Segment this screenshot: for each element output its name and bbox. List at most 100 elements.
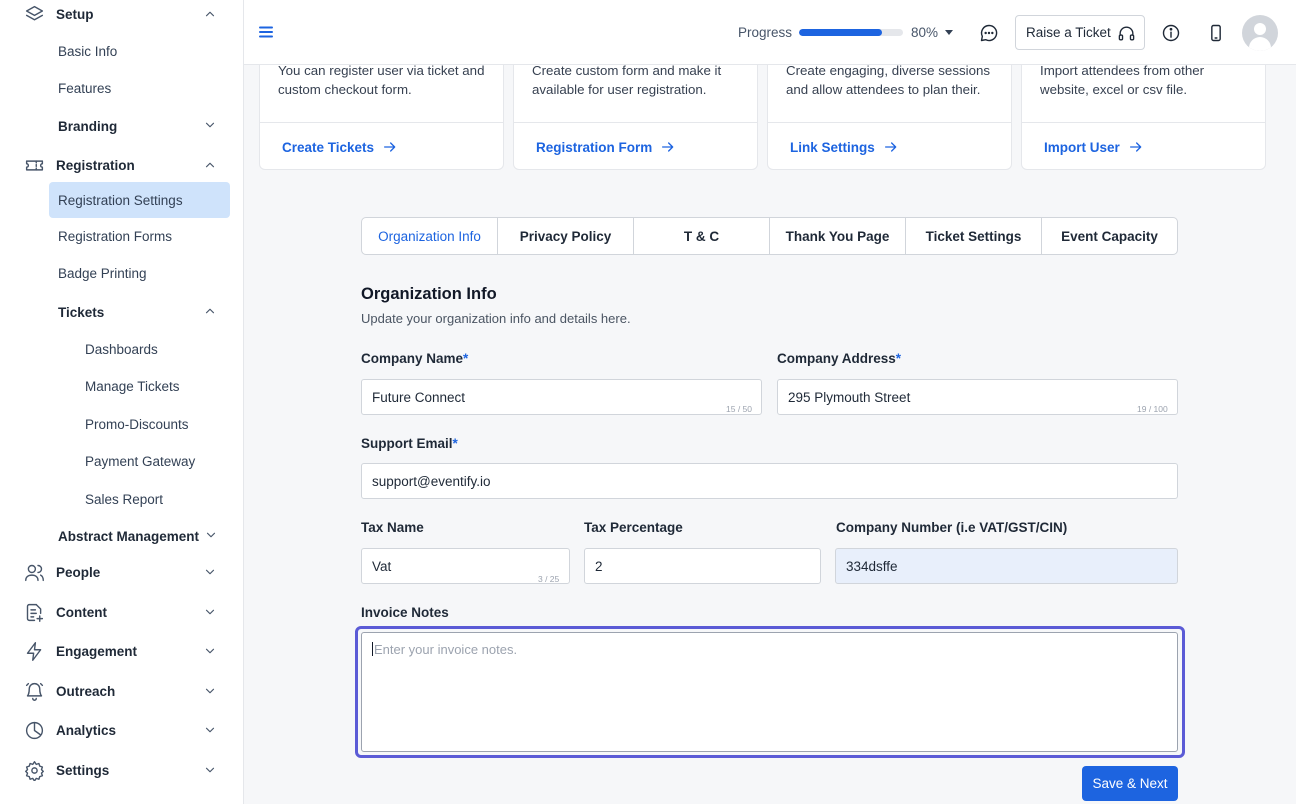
card-description: Import attendees from other website, exc… bbox=[1040, 63, 1205, 97]
info-icon[interactable] bbox=[1160, 22, 1182, 44]
sidebar-item-abstract-management[interactable]: Abstract Management bbox=[58, 529, 199, 544]
sidebar-item-engagement[interactable]: Engagement bbox=[0, 634, 244, 668]
sidebar-item-features[interactable]: Features bbox=[58, 81, 111, 96]
card-create-tickets: You can register user via ticket and cus… bbox=[259, 56, 504, 170]
progress-dropdown-caret-icon[interactable] bbox=[945, 30, 953, 35]
chevron-up-icon[interactable] bbox=[201, 302, 219, 320]
sidebar-item-basic-info[interactable]: Basic Info bbox=[58, 44, 117, 59]
raise-ticket-button[interactable]: Raise a Ticket bbox=[1015, 15, 1145, 50]
sidebar-item-label: Registration bbox=[56, 157, 135, 173]
sidebar-item-branding[interactable]: Branding bbox=[58, 119, 117, 134]
required-mark: * bbox=[463, 351, 469, 366]
link-label: Link Settings bbox=[790, 139, 875, 155]
card-import-user: Import attendees from other website, exc… bbox=[1021, 56, 1266, 170]
chevron-down-icon[interactable] bbox=[202, 526, 220, 544]
arrow-right-icon bbox=[1129, 142, 1142, 152]
chevron-down-icon[interactable] bbox=[201, 761, 219, 779]
company-number-input[interactable]: 334dsffe bbox=[835, 548, 1178, 584]
sidebar-item-settings[interactable]: Settings bbox=[0, 753, 244, 787]
card-description: You can register user via ticket and cus… bbox=[278, 63, 485, 97]
section-subtitle: Update your organization info and detail… bbox=[361, 311, 631, 326]
tax-name-label: Tax Name bbox=[361, 520, 424, 535]
progress-label: Progress bbox=[738, 25, 793, 40]
users-icon bbox=[22, 560, 46, 584]
sidebar-item-label: Setup bbox=[56, 6, 94, 22]
company-name-counter: 15 / 50 bbox=[726, 404, 752, 414]
gear-icon bbox=[22, 758, 46, 782]
mobile-device-icon[interactable] bbox=[1205, 22, 1227, 44]
chevron-down-icon[interactable] bbox=[201, 721, 219, 739]
sidebar-item-promo-discounts[interactable]: Promo-Discounts bbox=[85, 417, 189, 432]
invoice-notes-label: Invoice Notes bbox=[361, 605, 449, 620]
required-mark: * bbox=[452, 436, 458, 451]
label-text: Support Email bbox=[361, 436, 453, 451]
save-next-button[interactable]: Save & Next bbox=[1082, 766, 1178, 801]
chat-icon[interactable] bbox=[978, 22, 1000, 44]
tab-thank-you-page[interactable]: Thank You Page bbox=[770, 218, 906, 254]
avatar[interactable] bbox=[1242, 15, 1278, 51]
tab-event-capacity[interactable]: Event Capacity bbox=[1042, 218, 1177, 254]
settings-tabs: Organization Info Privacy Policy T & C T… bbox=[361, 217, 1178, 255]
label-text: Company Name bbox=[361, 351, 464, 366]
sidebar-item-badge-printing[interactable]: Badge Printing bbox=[58, 266, 147, 281]
create-tickets-link[interactable]: Create Tickets bbox=[282, 139, 398, 155]
sidebar-item-label: Settings bbox=[56, 762, 110, 778]
sidebar-item-payment-gateway[interactable]: Payment Gateway bbox=[85, 454, 195, 469]
sidebar-item-sales-report[interactable]: Sales Report bbox=[85, 492, 163, 507]
import-user-link[interactable]: Import User bbox=[1044, 139, 1144, 155]
sidebar-item-setup[interactable]: Setup bbox=[0, 0, 244, 31]
sidebar-item-registration-forms[interactable]: Registration Forms bbox=[58, 229, 172, 244]
card-divider bbox=[768, 122, 1011, 123]
sidebar-item-registration-settings[interactable]: Registration Settings bbox=[58, 193, 183, 208]
layers-icon bbox=[22, 2, 46, 26]
registration-form-link[interactable]: Registration Form bbox=[536, 139, 676, 155]
chevron-down-icon[interactable] bbox=[201, 603, 219, 621]
company-name-input[interactable]: Future Connect bbox=[361, 379, 762, 415]
chevron-up-icon[interactable] bbox=[201, 5, 219, 23]
sidebar-item-label: People bbox=[56, 564, 101, 580]
card-registration-form: Create custom form and make it available… bbox=[513, 56, 758, 170]
tax-percentage-input[interactable]: 2 bbox=[584, 548, 821, 584]
tab-ticket-settings[interactable]: Ticket Settings bbox=[906, 218, 1042, 254]
tax-name-counter: 3 / 25 bbox=[538, 574, 560, 584]
invoice-notes-placeholder: Enter your invoice notes. bbox=[374, 642, 518, 657]
link-settings-link[interactable]: Link Settings bbox=[790, 139, 899, 155]
sidebar-item-registration[interactable]: Registration bbox=[0, 148, 244, 182]
card-divider bbox=[260, 122, 503, 123]
tab-organization-info[interactable]: Organization Info bbox=[362, 218, 498, 254]
sidebar-item-analytics[interactable]: Analytics bbox=[0, 713, 244, 747]
sidebar-item-outreach[interactable]: Outreach bbox=[0, 674, 244, 708]
company-address-label: Company Address* bbox=[777, 351, 901, 366]
company-address-counter: 19 / 100 bbox=[1137, 404, 1168, 414]
chevron-down-icon[interactable] bbox=[201, 642, 219, 660]
chevron-down-icon[interactable] bbox=[201, 682, 219, 700]
sidebar-item-label: Content bbox=[56, 604, 107, 620]
chevron-up-icon[interactable] bbox=[201, 156, 219, 174]
text-caret bbox=[372, 642, 373, 656]
label-text: Company Address bbox=[777, 351, 896, 366]
sidebar-item-manage-tickets[interactable]: Manage Tickets bbox=[85, 379, 180, 394]
progress-bar bbox=[799, 29, 903, 36]
link-label: Registration Form bbox=[536, 139, 653, 155]
invoice-notes-textarea[interactable]: Enter your invoice notes. bbox=[361, 632, 1178, 752]
support-email-input[interactable]: support@eventify.io bbox=[361, 463, 1178, 499]
sidebar-item-dashboards[interactable]: Dashboards bbox=[85, 342, 158, 357]
section-title: Organization Info bbox=[361, 285, 497, 303]
chevron-down-icon[interactable] bbox=[201, 116, 219, 134]
arrow-right-icon bbox=[884, 142, 897, 152]
company-address-input[interactable]: 295 Plymouth Street bbox=[777, 379, 1178, 415]
support-email-label: Support Email* bbox=[361, 436, 458, 451]
card-divider bbox=[1022, 122, 1265, 123]
document-add-icon bbox=[22, 600, 46, 624]
hamburger-menu-icon[interactable] bbox=[258, 24, 274, 40]
sidebar-item-people[interactable]: People bbox=[0, 555, 244, 589]
tab-terms-conditions[interactable]: T & C bbox=[634, 218, 770, 254]
progress-bar-fill bbox=[799, 29, 883, 36]
raise-ticket-label: Raise a Ticket bbox=[1026, 25, 1111, 40]
link-label: Create Tickets bbox=[282, 139, 375, 155]
sidebar-item-tickets[interactable]: Tickets bbox=[58, 305, 104, 320]
tab-privacy-policy[interactable]: Privacy Policy bbox=[498, 218, 634, 254]
sidebar-item-label: Engagement bbox=[56, 643, 138, 659]
sidebar-item-content[interactable]: Content bbox=[0, 595, 244, 629]
chevron-down-icon[interactable] bbox=[201, 563, 219, 581]
